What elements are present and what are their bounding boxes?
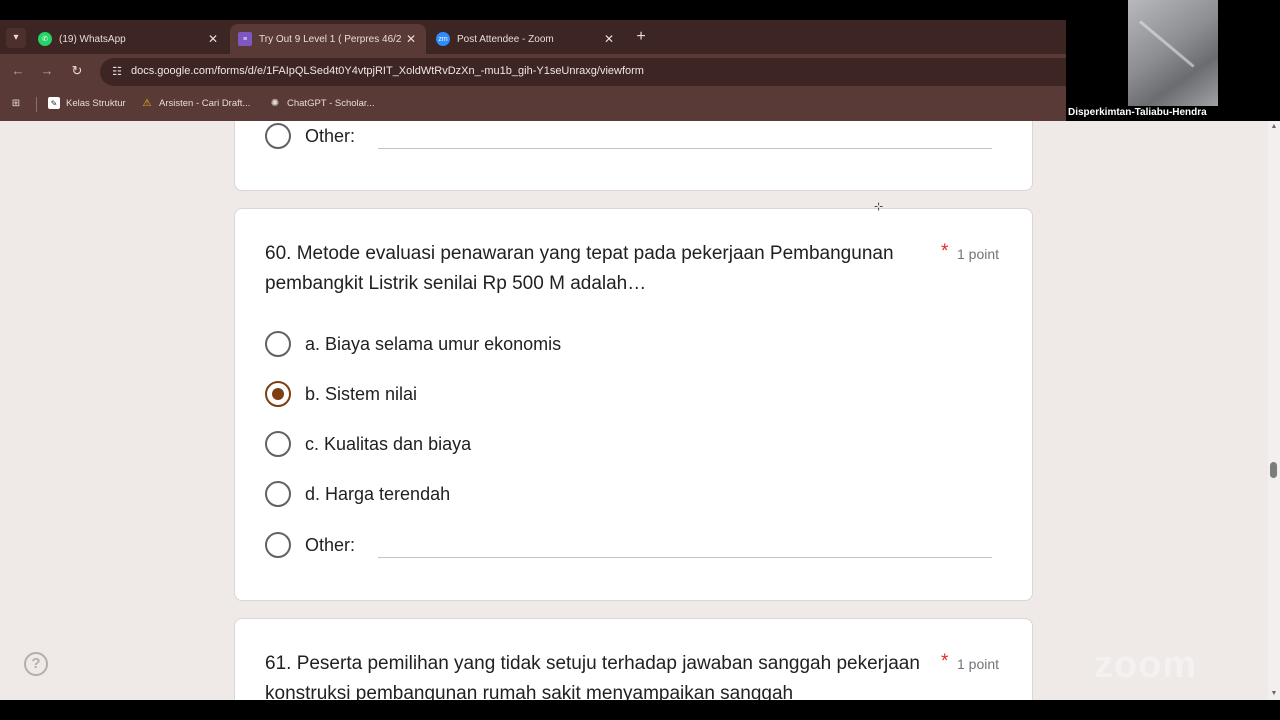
bookmark-kelas-struktur[interactable]: ✎ Kelas Struktur (48, 97, 126, 109)
screen: ▾ ✆ (19) WhatsApp ✕ ≡ Try Out 9 Level 1 … (0, 0, 1280, 720)
bookmark-arsisten[interactable]: ⚠ Arsisten - Cari Draft... (141, 97, 251, 109)
option-label: a. Biaya selama umur ekonomis (305, 333, 562, 354)
radio-button[interactable] (265, 481, 291, 507)
radio-button-selected[interactable] (265, 381, 291, 407)
site-info-icon[interactable]: ☷ (110, 65, 124, 79)
whatsapp-icon: ✆ (38, 32, 52, 46)
other-text-input[interactable] (378, 557, 992, 558)
option-label: b. Sistem nilai (305, 383, 418, 404)
tab-label: (19) WhatsApp (59, 33, 126, 45)
tab-whatsapp[interactable]: ✆ (19) WhatsApp ✕ (30, 24, 228, 54)
address-bar[interactable]: ☷ docs.google.com/forms/d/e/1FAIpQLSed4t… (100, 58, 1066, 86)
option-c[interactable]: c. Kualitas dan biaya (265, 431, 471, 457)
question-title: 60. Metode evaluasi penawaran yang tepat… (265, 243, 894, 294)
close-tab-icon[interactable]: ✕ (404, 32, 418, 46)
zoom-watermark: zoom (1094, 644, 1198, 686)
reload-icon[interactable]: ↻ (68, 62, 86, 80)
other-text-input[interactable] (378, 148, 992, 149)
browser-toolbar: ← → ↻ ☷ docs.google.com/forms/d/e/1FAIpQ… (0, 54, 1066, 88)
option-label: Other: (305, 534, 356, 555)
scroll-up-arrow-icon[interactable]: ▲ (1270, 123, 1278, 131)
scrollbar-thumb[interactable] (1270, 462, 1277, 478)
tab-label: Try Out 9 Level 1 ( Perpres 46/2 (259, 33, 402, 45)
question-card-previous: Other: (234, 121, 1033, 191)
question-card-60: 60. Metode evaluasi penawaran yang tepat… (234, 208, 1033, 601)
question-card-61: 61. Peserta pemilihan yang tidak setuju … (234, 618, 1033, 700)
bookmark-chatgpt[interactable]: ✺ ChatGPT - Scholar... (269, 97, 375, 109)
help-icon[interactable]: ? (24, 652, 48, 676)
back-icon[interactable]: ← (9, 62, 27, 80)
apps-grid-icon[interactable]: ⊞ (10, 97, 28, 109)
scroll-down-arrow-icon[interactable]: ▼ (1270, 690, 1278, 698)
bookmark-label: Kelas Struktur (66, 97, 126, 109)
option-label: d. Harga terendah (305, 483, 451, 504)
question-points: 1 point (957, 246, 1000, 262)
form-page: Other: 60. Metode evaluasi penawaran yan… (0, 121, 1268, 700)
radio-button[interactable] (265, 123, 291, 149)
zoom-icon: zm (436, 32, 450, 46)
question-points: 1 point (957, 656, 1000, 672)
bookmark-label: Arsisten - Cari Draft... (159, 97, 251, 109)
participant-name: Disperkimtan-Taliabu-Hendra (1068, 107, 1207, 118)
bookmark-page-icon: ✎ (48, 97, 60, 109)
option-label: c. Kualitas dan biaya (305, 433, 472, 454)
openai-icon: ✺ (270, 97, 280, 109)
tab-search-chevron-icon[interactable]: ▾ (6, 28, 26, 48)
google-forms-icon: ≡ (238, 32, 252, 46)
tab-label: Post Attendee - Zoom (457, 33, 554, 45)
option-b[interactable]: b. Sistem nilai (265, 381, 417, 407)
browser-chrome: ▾ ✆ (19) WhatsApp ✕ ≡ Try Out 9 Level 1 … (0, 20, 1066, 121)
option-d[interactable]: d. Harga terendah (265, 481, 450, 507)
tab-zoom[interactable]: zm Post Attendee - Zoom ✕ (428, 24, 624, 54)
forward-icon[interactable]: → (38, 62, 56, 80)
new-tab-icon[interactable]: + (632, 28, 650, 46)
required-asterisk: * (941, 241, 949, 262)
question-title: 61. Peserta pemilihan yang tidak setuju … (265, 653, 920, 700)
tab-google-form[interactable]: ≡ Try Out 9 Level 1 ( Perpres 46/2 ✕ (230, 24, 426, 54)
required-asterisk: * (941, 651, 949, 672)
participant-video (1128, 0, 1218, 106)
bookmarks-bar: ⊞ ✎ Kelas Struktur ⚠ Arsisten - Cari Dra… (0, 88, 1066, 121)
mouse-cursor-icon: ⊹ (874, 201, 884, 213)
radio-button[interactable] (265, 532, 291, 558)
warning-triangle-icon: ⚠ (142, 97, 152, 109)
tab-strip: ▾ ✆ (19) WhatsApp ✕ ≡ Try Out 9 Level 1 … (0, 20, 1066, 54)
url-text[interactable]: docs.google.com/forms/d/e/1FAIpQLSed4t0Y… (131, 65, 644, 77)
option-other[interactable]: Other: (265, 123, 355, 149)
close-tab-icon[interactable]: ✕ (206, 32, 220, 46)
page-scrollbar[interactable]: ▲ ▼ (1268, 121, 1280, 700)
bookmarks-divider (36, 97, 37, 112)
option-label: Other: (305, 125, 356, 146)
radio-button[interactable] (265, 431, 291, 457)
option-other[interactable]: Other: (265, 532, 355, 558)
option-a[interactable]: a. Biaya selama umur ekonomis (265, 331, 561, 357)
close-tab-icon[interactable]: ✕ (602, 32, 616, 46)
bookmark-label: ChatGPT - Scholar... (287, 97, 375, 109)
radio-button[interactable] (265, 331, 291, 357)
